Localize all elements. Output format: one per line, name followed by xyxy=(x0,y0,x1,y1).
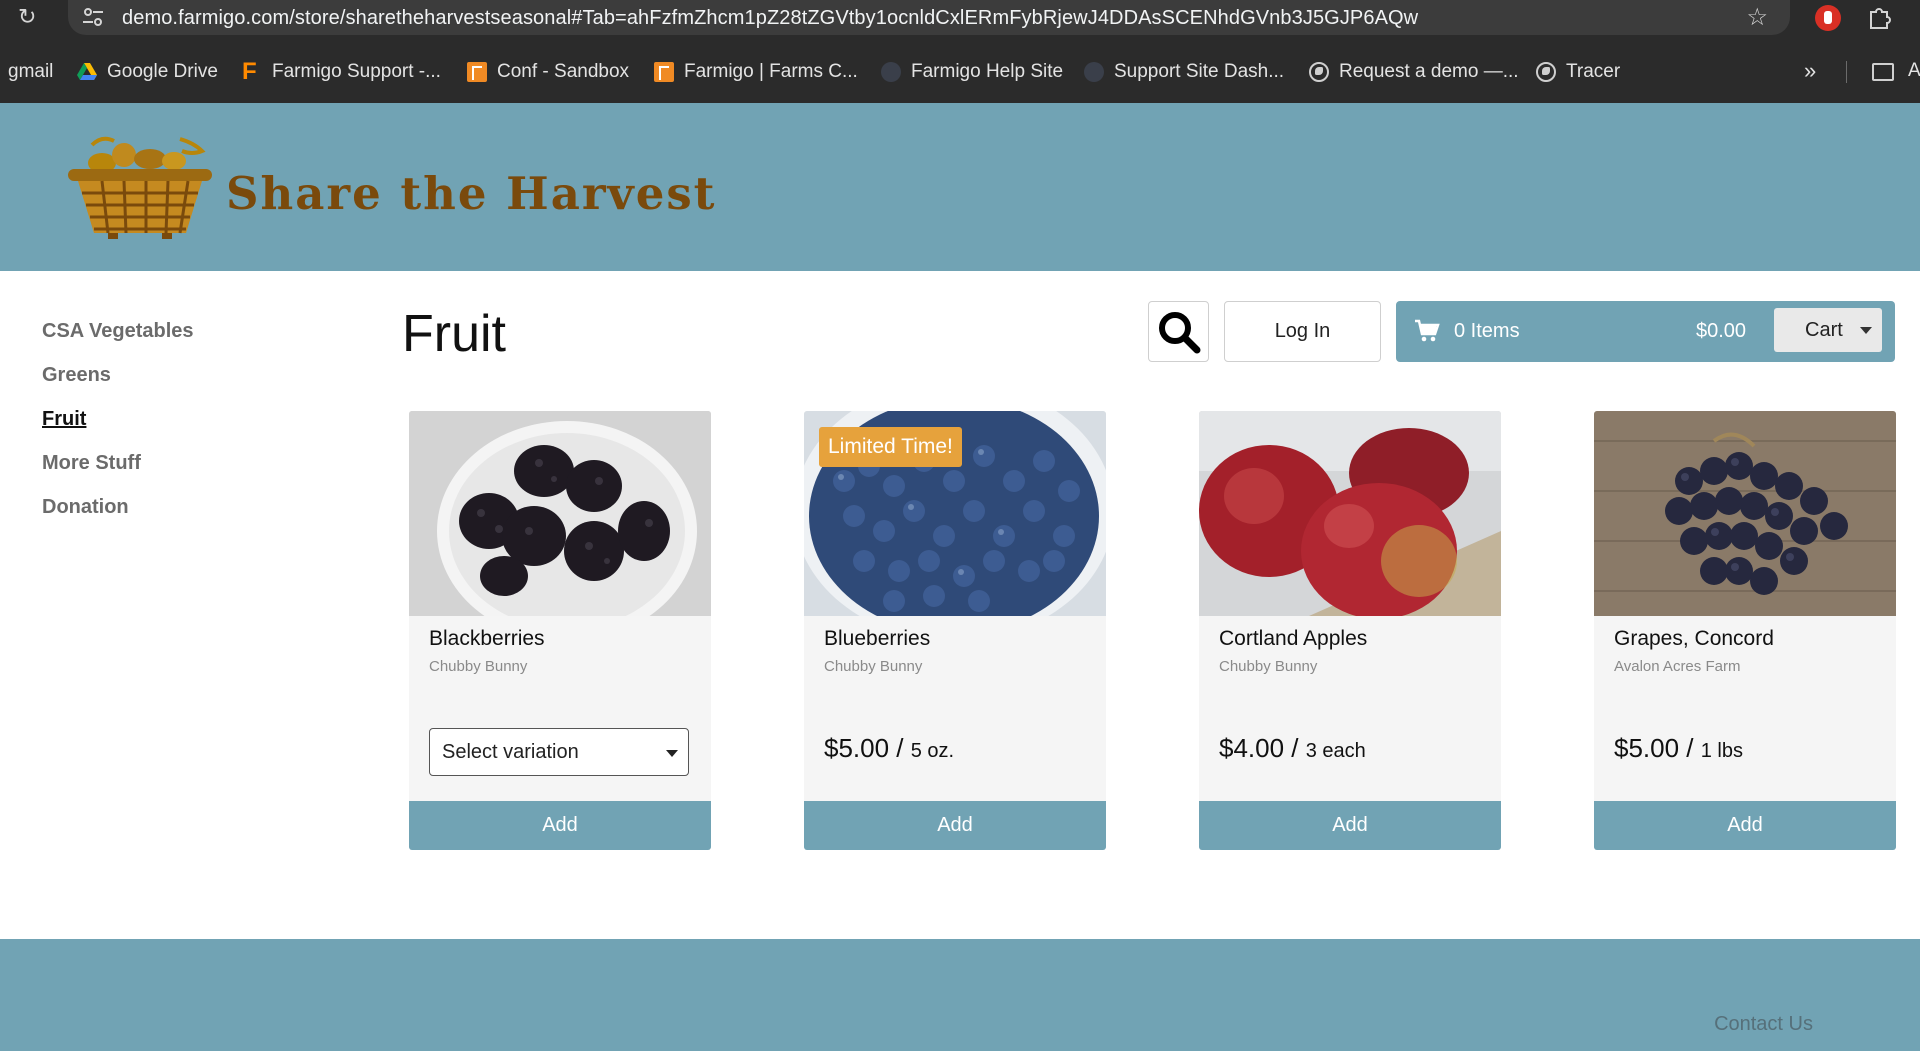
add-button[interactable]: Add xyxy=(409,801,711,850)
search-button[interactable] xyxy=(1148,301,1209,362)
sidebar-item-fruit[interactable]: Fruit xyxy=(42,404,194,448)
extensions-puzzle-icon[interactable] xyxy=(1868,4,1892,30)
product-image-grapes-concord[interactable] xyxy=(1594,411,1896,616)
bookmark-conf-sandbox[interactable]: Conf - Sandbox xyxy=(467,61,629,83)
price-unit: 1 lbs xyxy=(1700,740,1743,762)
site-icon xyxy=(881,62,901,82)
product-price: $4.00 / 3 each xyxy=(1219,733,1366,764)
product-image-blackberries[interactable] xyxy=(409,411,711,616)
bookmark-label: Request a demo —... xyxy=(1339,61,1519,82)
price-unit: 5 oz. xyxy=(910,740,955,762)
price-unit: 3 each xyxy=(1305,740,1366,762)
bookmark-label: Farmigo Help Site xyxy=(911,61,1064,82)
folder-icon[interactable] xyxy=(1872,63,1894,81)
bookmark-star-icon[interactable]: ☆ xyxy=(1746,3,1768,32)
search-icon xyxy=(1158,311,1200,353)
site-header: Share the Harvest xyxy=(0,103,1920,271)
google-drive-icon xyxy=(77,63,97,80)
bookmarks-divider xyxy=(1846,61,1847,83)
bookmark-label: Support Site Dash... xyxy=(1114,61,1285,82)
add-button[interactable]: Add xyxy=(1594,801,1896,850)
product-price: $5.00 / 5 oz. xyxy=(824,733,954,764)
bookmark-label: Conf - Sandbox xyxy=(497,61,630,82)
bookmark-farmigo-help[interactable]: Farmigo Help Site xyxy=(881,61,1063,83)
site-settings-icon[interactable] xyxy=(82,8,104,26)
product-card-blueberries[interactable]: Limited Time! Blueberries Chubby Bunny $… xyxy=(804,411,1106,850)
product-name[interactable]: Blackberries xyxy=(429,627,545,651)
product-name[interactable]: Cortland Apples xyxy=(1219,627,1367,651)
sidebar-item-donation[interactable]: Donation xyxy=(42,492,194,536)
cart-summary[interactable]: 0 Items $0.00 Cart xyxy=(1396,301,1895,362)
site-footer: Contact Us xyxy=(0,939,1920,1051)
site-icon xyxy=(1084,62,1104,82)
globe-icon xyxy=(1536,62,1556,82)
bookmark-support-dashboard[interactable]: Support Site Dash... xyxy=(1084,61,1284,83)
reload-icon[interactable]: ↻ xyxy=(18,6,40,28)
cart-item-count: 0 Items xyxy=(1454,320,1520,342)
site-name[interactable]: Share the Harvest xyxy=(226,167,716,220)
chevron-down-icon xyxy=(1860,327,1872,334)
bookmark-gmail[interactable]: gmail xyxy=(8,61,53,83)
product-name[interactable]: Blueberries xyxy=(824,627,930,651)
bookmark-request-demo[interactable]: Request a demo —... xyxy=(1309,61,1519,83)
price-value: $5.00 / xyxy=(824,733,904,763)
farmigo-square-icon xyxy=(467,62,487,82)
product-farm: Avalon Acres Farm xyxy=(1614,658,1741,675)
product-farm: Chubby Bunny xyxy=(824,658,923,675)
cart-total: $0.00 xyxy=(1696,320,1747,342)
variation-select-value: Select variation xyxy=(442,741,579,763)
category-sidebar: CSA Vegetables Greens Fruit More Stuff D… xyxy=(42,316,194,536)
bookmarks-overflow-icon[interactable]: » xyxy=(1804,58,1816,84)
extension-icon[interactable] xyxy=(1815,5,1841,31)
farmigo-square-icon xyxy=(654,62,674,82)
url-text[interactable]: demo.farmigo.com/store/sharetheharvestse… xyxy=(122,7,1418,30)
product-card-grapes-concord[interactable]: Grapes, Concord Avalon Acres Farm $5.00 … xyxy=(1594,411,1896,850)
bookmark-label: Farmigo Support -... xyxy=(272,61,441,82)
bookmark-label: gmail xyxy=(8,61,54,82)
bookmark-label: Farmigo | Farms C... xyxy=(684,61,858,82)
address-bar[interactable]: demo.farmigo.com/store/sharetheharvestse… xyxy=(68,0,1790,35)
product-card-blackberries[interactable]: Blackberries Chubby Bunny Select variati… xyxy=(409,411,711,850)
product-card-cortland-apples[interactable]: Cortland Apples Chubby Bunny $4.00 / 3 e… xyxy=(1199,411,1501,850)
shopping-cart-icon xyxy=(1415,319,1440,342)
address-row: ↻ demo.farmigo.com/store/sharetheharvest… xyxy=(0,0,1920,35)
harvest-basket-logo[interactable] xyxy=(62,133,218,241)
product-image-cortland-apples[interactable] xyxy=(1199,411,1501,616)
folder-label[interactable]: A xyxy=(1908,60,1920,82)
price-value: $5.00 / xyxy=(1614,733,1694,763)
product-farm: Chubby Bunny xyxy=(1219,658,1318,675)
bookmark-google-drive[interactable]: Google Drive xyxy=(77,61,218,83)
product-name[interactable]: Grapes, Concord xyxy=(1614,627,1774,651)
sidebar-item-more-stuff[interactable]: More Stuff xyxy=(42,448,194,492)
bookmark-label: Google Drive xyxy=(107,61,218,82)
add-button[interactable]: Add xyxy=(804,801,1106,850)
globe-icon xyxy=(1309,62,1329,82)
limited-time-badge: Limited Time! xyxy=(819,427,962,467)
login-button[interactable]: Log In xyxy=(1224,301,1381,362)
sidebar-item-greens[interactable]: Greens xyxy=(42,360,194,404)
bookmark-farmigo-farms[interactable]: Farmigo | Farms C... xyxy=(654,61,858,83)
cart-dropdown-button[interactable]: Cart xyxy=(1774,308,1882,352)
browser-chrome: ↻ demo.farmigo.com/store/sharetheharvest… xyxy=(0,0,1920,103)
add-button[interactable]: Add xyxy=(1199,801,1501,850)
page-title: Fruit xyxy=(402,305,506,363)
product-price: $5.00 / 1 lbs xyxy=(1614,733,1743,764)
bookmark-tracer[interactable]: Tracer xyxy=(1536,61,1620,83)
bookmarks-bar: gmail Google Drive F Farmigo Support -..… xyxy=(0,53,1920,91)
cart-button-label: Cart xyxy=(1805,318,1843,341)
bookmark-label: Tracer xyxy=(1566,61,1621,82)
sidebar-item-csa-vegetables[interactable]: CSA Vegetables xyxy=(42,316,194,360)
chevron-down-icon xyxy=(666,750,678,757)
product-farm: Chubby Bunny xyxy=(429,658,528,675)
farmigo-f-icon: F xyxy=(242,58,257,85)
contact-us-link[interactable]: Contact Us xyxy=(1714,1013,1813,1036)
price-value: $4.00 / xyxy=(1219,733,1299,763)
bookmark-farmigo-support[interactable]: F Farmigo Support -... xyxy=(242,58,441,85)
variation-select[interactable]: Select variation xyxy=(429,728,689,776)
